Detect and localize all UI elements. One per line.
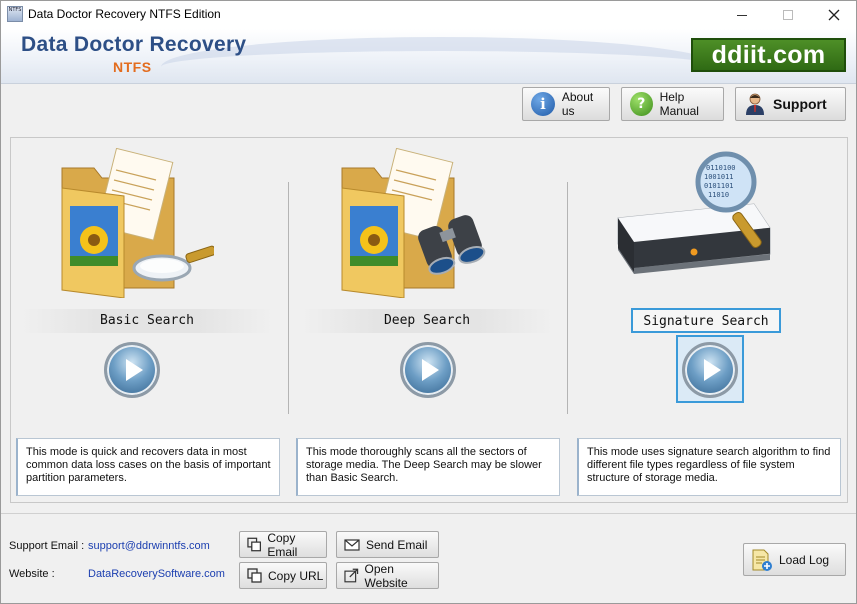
footer-separator <box>1 513 856 514</box>
send-email-button[interactable]: Send Email <box>336 531 439 558</box>
copy-email-button[interactable]: Copy Email <box>239 530 327 559</box>
load-log-button[interactable]: Load Log <box>743 543 846 576</box>
support-label: Support <box>773 96 827 112</box>
about-us-label: About us <box>561 90 594 118</box>
support-email-label: Support Email : <box>9 540 85 552</box>
svg-text:0110100: 0110100 <box>706 164 736 172</box>
copy-url-label: Copy URL <box>268 568 324 583</box>
close-button[interactable] <box>811 1 857 29</box>
load-log-label: Load Log <box>779 552 830 567</box>
open-website-button[interactable]: Open Website <box>336 561 439 590</box>
window-title: Data Doctor Recovery NTFS Edition <box>28 7 221 21</box>
help-manual-button[interactable]: ? Help Manual <box>621 87 724 121</box>
copy-url-button[interactable]: Copy URL <box>239 562 327 589</box>
play-icon <box>704 359 721 381</box>
folder-magnifier-icon <box>61 148 214 298</box>
about-us-button[interactable]: i About us <box>522 87 610 121</box>
support-email-link[interactable]: support@ddrwinntfs.com <box>88 540 210 552</box>
maximize-button[interactable] <box>765 1 811 29</box>
svg-text:0101101: 0101101 <box>704 182 734 190</box>
svg-text:1001011: 1001011 <box>704 173 734 181</box>
mail-icon <box>344 538 360 551</box>
brand-subtitle: NTFS <box>113 59 152 75</box>
brand-title: Data Doctor Recovery <box>21 33 247 56</box>
header-banner: Data Doctor Recovery NTFS ddiit.com <box>1 29 856 84</box>
external-link-icon <box>344 568 359 583</box>
signature-search-play-button[interactable] <box>682 342 738 398</box>
title-bar: NTFS Data Doctor Recovery NTFS Edition <box>1 1 856 29</box>
basic-search-label[interactable]: Basic Search <box>21 309 273 333</box>
minimize-button[interactable] <box>719 1 765 29</box>
ddiit-logo[interactable]: ddiit.com <box>691 38 846 72</box>
copy-email-label: Copy Email <box>267 530 298 559</box>
send-email-label: Send Email <box>366 537 428 552</box>
deep-search-label[interactable]: Deep Search <box>301 309 553 333</box>
deep-search-description: This mode thoroughly scans all the secto… <box>296 438 560 496</box>
mode-separator <box>567 182 568 414</box>
support-button[interactable]: Support <box>735 87 846 121</box>
app-icon: NTFS <box>7 6 23 22</box>
svg-text:11010: 11010 <box>708 191 729 199</box>
app-icon-text: NTFS <box>8 7 22 13</box>
info-icon: i <box>531 92 555 116</box>
signature-search-description: This mode uses signature search algorith… <box>577 438 841 496</box>
drive-magnifier-icon: 0110100 1001011 0101101 11010 <box>617 151 771 274</box>
basic-search-description: This mode is quick and recovers data in … <box>16 438 280 496</box>
signature-search-label[interactable]: Signature Search <box>631 308 781 333</box>
help-icon: ? <box>630 92 653 116</box>
search-modes-panel: Basic Search Deep Search 0110100 1001011… <box>10 137 848 503</box>
play-icon <box>126 359 143 381</box>
support-person-icon <box>744 92 766 116</box>
deep-search-play-button[interactable] <box>400 342 456 398</box>
app-window: NTFS Data Doctor Recovery NTFS Edition D… <box>0 0 857 604</box>
copy-icon <box>247 568 262 583</box>
close-icon <box>828 9 840 21</box>
maximize-icon <box>783 10 793 20</box>
minimize-icon <box>737 14 747 16</box>
load-log-icon <box>752 549 772 571</box>
basic-search-play-button[interactable] <box>104 342 160 398</box>
play-icon <box>422 359 439 381</box>
open-website-label: Open Website <box>364 561 408 590</box>
mode-separator <box>288 182 289 414</box>
copy-icon <box>247 537 262 552</box>
website-link[interactable]: DataRecoverySoftware.com <box>88 568 225 580</box>
help-manual-label: Help Manual <box>659 90 699 118</box>
folder-binoculars-icon <box>341 148 486 298</box>
website-label: Website : <box>9 568 55 580</box>
